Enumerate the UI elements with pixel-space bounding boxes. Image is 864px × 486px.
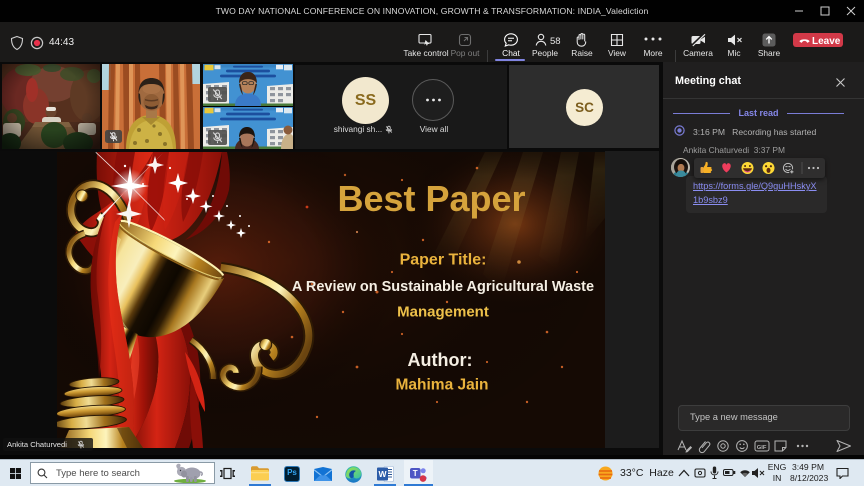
svg-text:Best Paper: Best Paper	[337, 178, 525, 219]
svg-text:T: T	[413, 469, 418, 478]
svg-text:Author:: Author:	[408, 350, 473, 370]
svg-text:Management: Management	[397, 304, 489, 321]
svg-text:GIF: GIF	[757, 445, 767, 451]
svg-text:Paper Title:: Paper Title:	[400, 252, 487, 269]
svg-text:W: W	[378, 469, 387, 479]
svg-text:A Review on Sustainable Agricu: A Review on Sustainable Agricultural Was…	[292, 279, 594, 295]
svg-text:Mahima Jain: Mahima Jain	[395, 377, 488, 394]
